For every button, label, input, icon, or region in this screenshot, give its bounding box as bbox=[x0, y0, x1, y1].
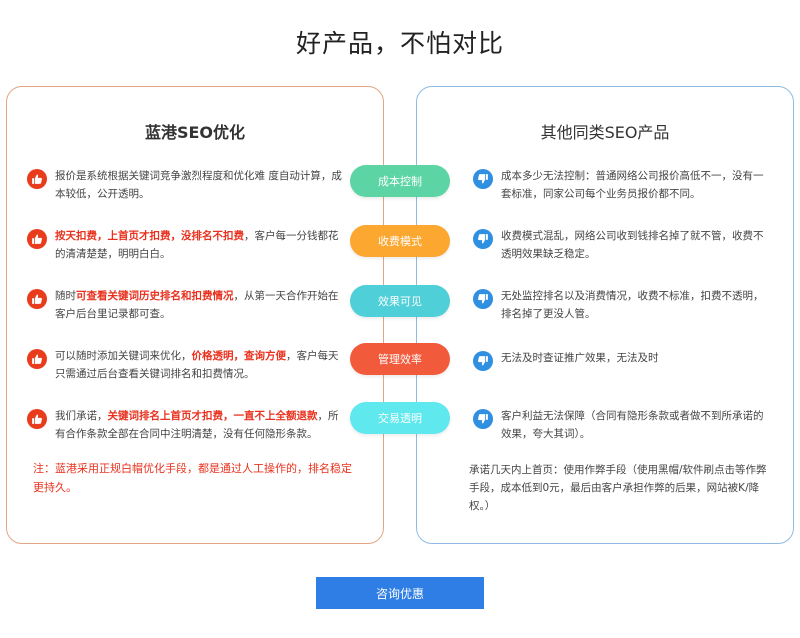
drawback-text: 客户利益无法保障（合同有隐形条款或者做不到所承诺的效果，夸大其词）。 bbox=[501, 410, 764, 440]
thumbs-up-icon bbox=[27, 169, 47, 189]
advantage-text: 我们承诺，关键词排名上首页才扣费，一直不上全额退款，所有合作条款全部在合同中注明… bbox=[55, 407, 347, 443]
thumbs-down-icon bbox=[473, 409, 493, 429]
thumbs-up-icon bbox=[27, 229, 47, 249]
consult-discount-button[interactable]: 咨询优惠 bbox=[316, 577, 484, 609]
advantage-text: 按天扣费，上首页才扣费，没排名不扣费，客户每一分钱都花的清清楚楚，明明白白。 bbox=[55, 227, 347, 263]
drawback-text: 成本多少无法控制：普通网络公司报价高低不一，没有一套标准，同家公司每个业务员报价… bbox=[501, 170, 764, 200]
thumbs-down-icon bbox=[473, 169, 493, 189]
comparison-category-pill: 交易透明 bbox=[350, 402, 450, 434]
advantage-text: 随时可查看关键词历史排名和扣费情况，从第一天合作开始在客户后台里记录都可查。 bbox=[55, 287, 347, 323]
thumbs-down-icon bbox=[473, 229, 493, 249]
comparison-category-pill: 管理效率 bbox=[350, 343, 450, 375]
drawback-text: 无法及时查证推广效果，无法及时 bbox=[501, 352, 659, 364]
panel-heading-others: 其他同类SEO产品 bbox=[540, 123, 670, 142]
thumbs-up-icon bbox=[27, 289, 47, 309]
thumbs-down-icon bbox=[473, 351, 493, 371]
highlight-text: 价格透明，查询方便 bbox=[191, 350, 287, 362]
comparison-category-pill: 效果可见 bbox=[350, 285, 450, 317]
comparison-category-pill: 成本控制 bbox=[350, 165, 450, 197]
thumbs-down-icon bbox=[473, 289, 493, 309]
body-text: 报价是系统根据关键词竞争激烈程度和优化难 度自动计算，成本较低，公开透明。 bbox=[55, 170, 342, 200]
seo-comparison-panel-others: 其他同类SEO产品 成本多少无法控制：普通网络公司报价高低不一，没有一套标准，同… bbox=[416, 86, 794, 544]
body-text: 可以随时添加关键词来优化， bbox=[55, 350, 192, 362]
page-title: 好产品，不怕对比 bbox=[295, 29, 504, 58]
highlight-text: 按天扣费，上首页才扣费，没排名不扣费 bbox=[55, 230, 244, 242]
thumbs-up-icon bbox=[27, 409, 47, 429]
highlight-text: 关键词排名上首页才扣费，一直不上全额退款 bbox=[107, 410, 318, 422]
seo-comparison-panel-ours: 蓝港SEO优化 报价是系统根据关键词竞争激烈程度和优化难 度自动计算，成本较低，… bbox=[6, 86, 384, 544]
cheat-warning-text: 承诺几天内上首页：使用作弊手段（使用黑帽/软件刷点击等作弊手段，成本低到0元，最… bbox=[469, 464, 767, 512]
body-text: 我们承诺， bbox=[55, 410, 108, 422]
advantage-text: 可以随时添加关键词来优化，价格透明，查询方便，客户每天只需通过后台查看关键词排名… bbox=[55, 347, 347, 383]
body-text: 随时 bbox=[55, 290, 76, 302]
comparison-category-pill: 收费模式 bbox=[350, 225, 450, 257]
drawback-text: 收费模式混乱，网络公司收到钱排名掉了就不管，收费不透明效果缺乏稳定。 bbox=[501, 230, 764, 260]
thumbs-up-icon bbox=[27, 349, 47, 369]
advantage-text: 报价是系统根据关键词竞争激烈程度和优化难 度自动计算，成本较低，公开透明。 bbox=[55, 167, 347, 203]
note-text: 注：蓝港采用正规白帽优化手段，都是通过人工操作的，排名稳定更持久。 bbox=[33, 462, 352, 494]
panel-heading-ours: 蓝港SEO优化 bbox=[144, 123, 246, 142]
drawback-text: 无处监控排名以及消费情况，收费不标准，扣费不透明，排名掉了更没人管。 bbox=[501, 290, 764, 320]
highlight-text: 可查看关键词历史排名和扣费情况 bbox=[76, 290, 234, 302]
